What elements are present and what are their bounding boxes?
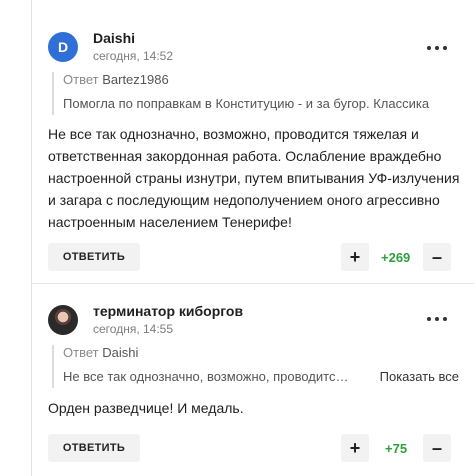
reply-button[interactable]: ОТВЕТИТЬ [48,434,140,462]
comment-time: сегодня, 14:52 [93,49,174,63]
comment-author[interactable]: Daishi [93,30,135,46]
more-options-icon[interactable] [427,313,447,325]
upvote-button[interactable]: + [341,434,369,462]
upvote-button[interactable]: + [341,243,369,271]
reply-to-author[interactable]: Daishi [102,345,138,360]
comment-terminator: терминатор киборгов сегодня, 14:55 Ответ… [32,283,474,476]
avatar[interactable]: D [48,32,78,62]
reply-button[interactable]: ОТВЕТИТЬ [48,243,140,271]
avatar-letter: D [57,39,69,55]
comment-text: Не все так однозначно, возможно, проводи… [48,126,460,230]
downvote-button[interactable]: – [423,243,451,271]
reply-quote: Ответ Bartez1986 Помогла по поправкам в … [52,72,459,115]
reply-quote: Ответ Daishi Не все так однозначно, возм… [52,345,459,388]
reply-label: Ответ [63,345,99,360]
vote-score: +269 [381,250,411,265]
reply-to-author[interactable]: Bartez1986 [102,72,169,87]
reply-label: Ответ [63,72,99,87]
comment-daishi: D Daishi сегодня, 14:52 Ответ Bartez1986… [32,0,474,283]
comments-thread: D Daishi сегодня, 14:52 Ответ Bartez1986… [31,0,474,476]
quoted-text: Помогла по поправкам в Конституцию - и з… [63,96,430,111]
comment-text: Орден разведчице! И медаль. [48,400,244,416]
downvote-button[interactable]: – [423,434,451,462]
vote-score: +75 [385,441,408,456]
show-all-link[interactable]: Показать все [380,369,459,384]
comment-time: сегодня, 14:55 [93,322,174,336]
avatar[interactable] [48,305,78,335]
more-options-icon[interactable] [427,42,447,54]
comment-author[interactable]: терминатор киборгов [93,303,243,319]
quoted-text: Не все так однозначно, возможно, проводи… [63,369,349,384]
